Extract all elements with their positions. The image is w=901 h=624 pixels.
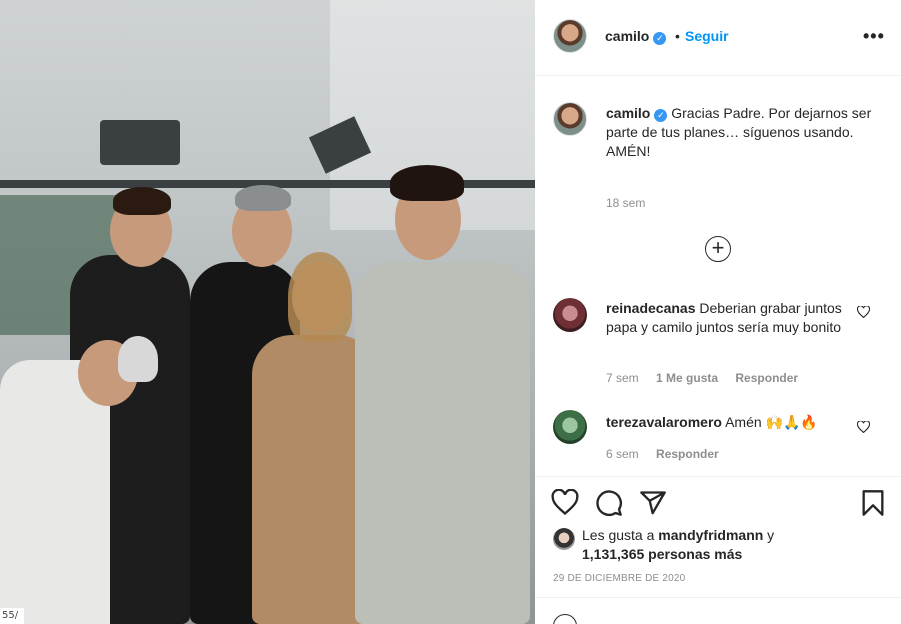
person-2-hair — [235, 185, 291, 211]
liker-avatar[interactable] — [553, 528, 575, 550]
comment-time[interactable]: 7 sem — [606, 371, 639, 385]
light-stand — [100, 120, 180, 165]
caption-username[interactable]: camilo — [606, 105, 650, 121]
liker-username[interactable]: mandyfridmann — [658, 527, 763, 543]
caption-text: camilo ✓ Gracias Padre. Por dejarnos ser … — [606, 104, 876, 161]
comment-time[interactable]: 6 sem — [606, 447, 639, 461]
author-avatar[interactable] — [553, 19, 587, 53]
person-4-hair — [390, 165, 464, 201]
author-username[interactable]: camilo ✓ — [605, 28, 667, 45]
caption-body-line2: AMÉN! — [606, 143, 651, 159]
more-options-icon[interactable]: ••• — [863, 26, 885, 47]
verified-badge-icon: ✓ — [653, 32, 667, 45]
commenter-username[interactable]: reinadecanas — [606, 300, 696, 316]
post-side-panel: camilo ✓ • Seguir ••• camilo ✓ Gracias Pad… — [535, 0, 901, 624]
likes-count[interactable]: 1,131,365 personas más — [582, 546, 742, 562]
separator-dot: • — [675, 28, 680, 44]
follow-button[interactable]: Seguir — [685, 28, 729, 44]
author-username-text[interactable]: camilo — [605, 28, 649, 44]
photo-watermark: 55/ — [0, 608, 24, 624]
likes-prefix: Les gusta a — [582, 527, 659, 543]
person-5-hair — [118, 336, 158, 382]
heart-icon[interactable] — [551, 488, 579, 517]
plus-circle-icon[interactable]: + — [705, 236, 731, 262]
reply-button[interactable]: Responder — [735, 371, 798, 385]
verified-badge-icon: ✓ — [654, 109, 668, 122]
comment-heart-icon[interactable] — [856, 420, 871, 436]
comment-text: terezavalaromero Amén 🙌🙏🔥 — [606, 413, 856, 432]
caption-avatar[interactable] — [553, 102, 587, 136]
likes-mid: y — [763, 527, 775, 543]
comment-meta: 7 sem 1 Me gusta Responder — [606, 371, 812, 385]
commenter-avatar[interactable] — [553, 298, 587, 332]
likes-text: Les gusta a mandyfridmann y 1,131,365 pe… — [582, 526, 774, 564]
emoji-icon[interactable] — [553, 614, 577, 624]
comment-text: reinadecanas Deberian grabar juntos papa… — [606, 299, 856, 337]
post-header: camilo ✓ • Seguir ••• — [535, 0, 901, 76]
action-bar — [535, 476, 901, 526]
commenter-username[interactable]: terezavalaromero — [606, 414, 722, 430]
person-4 — [355, 262, 530, 624]
post-date[interactable]: 29 DE DICIEMBRE DE 2020 — [553, 573, 685, 584]
comment-body: Amén 🙌🙏🔥 — [725, 414, 818, 430]
paper-plane-icon[interactable] — [639, 489, 667, 517]
add-comment-bar — [535, 597, 901, 624]
person-3-hair — [288, 252, 352, 342]
reply-button[interactable]: Responder — [656, 447, 719, 461]
commenter-avatar[interactable] — [553, 410, 587, 444]
bookmark-icon[interactable] — [859, 489, 887, 517]
comment-heart-icon[interactable] — [856, 305, 871, 321]
post-photo[interactable]: 55/ — [0, 0, 535, 624]
caption-timestamp[interactable]: 18 sem — [606, 196, 645, 210]
comment-likes[interactable]: 1 Me gusta — [656, 371, 718, 385]
comment-meta: 6 sem Responder — [606, 447, 733, 461]
comment-icon[interactable] — [595, 489, 623, 517]
person-1-hair — [113, 187, 171, 215]
